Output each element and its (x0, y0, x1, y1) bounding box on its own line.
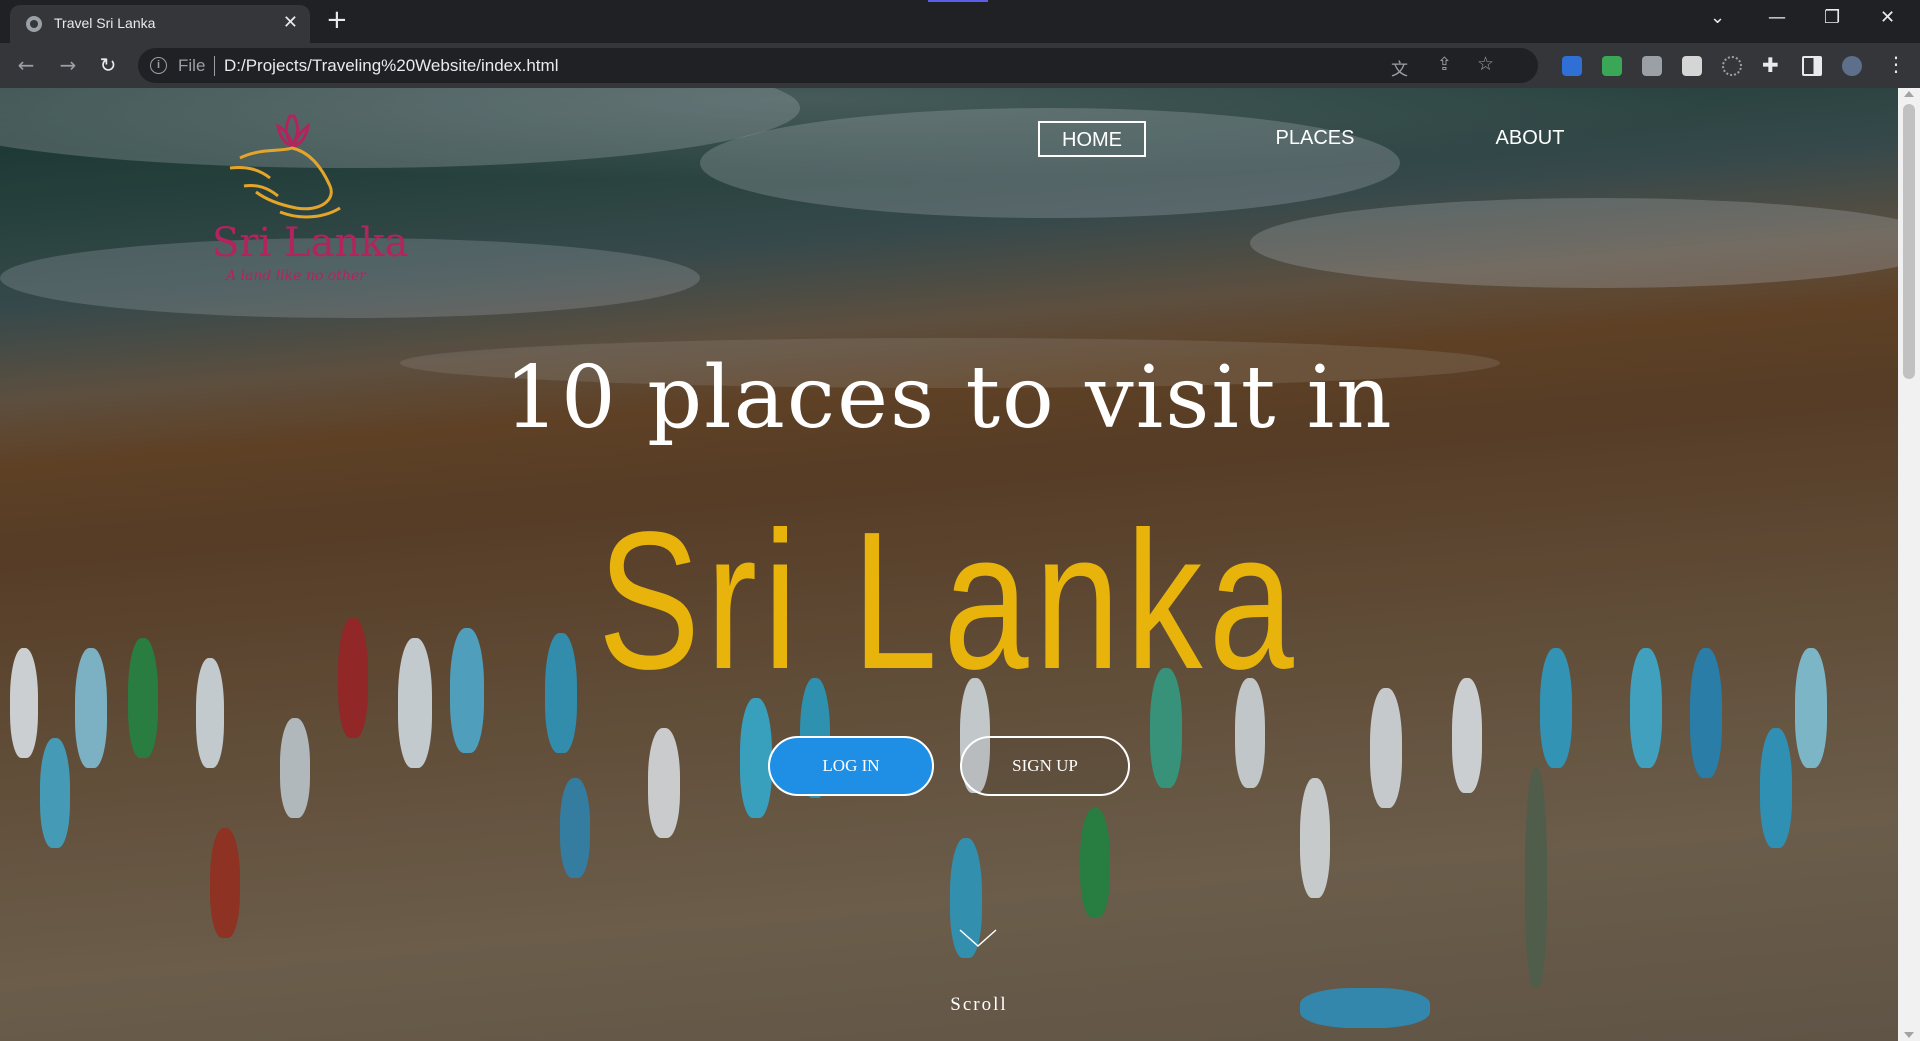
minimize-icon[interactable]: — (1768, 8, 1786, 28)
page-scrollbar[interactable] (1898, 88, 1920, 1041)
scroll-thumb[interactable] (1903, 104, 1915, 379)
lotus-hand-icon (229, 114, 341, 219)
reload-icon[interactable]: ↻ (94, 51, 122, 79)
hero-section: Sri Lanka A land like no other HOME PLAC… (0, 88, 1898, 1041)
scroll-label[interactable]: Scroll (0, 994, 1898, 1016)
nav-places[interactable]: PLACES (1260, 121, 1370, 157)
scroll-up-arrow-icon[interactable] (1904, 91, 1914, 97)
logo-tagline: A land like no other (226, 268, 366, 284)
hero-destination-name: Sri Lanka (597, 491, 1301, 710)
extension-icon[interactable] (1562, 56, 1582, 76)
reader-icon[interactable] (1642, 56, 1662, 76)
more-menu-icon[interactable]: ⋮ (1886, 52, 1906, 76)
site-logo[interactable]: Sri Lanka A land like no other (200, 108, 420, 298)
avatar[interactable] (1842, 56, 1862, 76)
hero-headline: 10 places to visit in (504, 348, 1394, 448)
back-icon[interactable]: ← (12, 51, 40, 79)
extension-icon[interactable] (1602, 56, 1622, 76)
extension-icon[interactable] (1722, 56, 1742, 76)
browser-window: Travel Sri Lanka ✕ + ⌄ — ❐ ✕ ← → ↻ i Fil… (0, 0, 1920, 1041)
new-tab-button[interactable]: + (326, 7, 348, 33)
browser-toolbar: ← → ↻ i File D:/Projects/Traveling%20Web… (0, 43, 1920, 88)
tab-strip: Travel Sri Lanka ✕ + ⌄ — ❐ ✕ (0, 0, 1920, 43)
url-separator (214, 56, 215, 76)
share-icon[interactable]: ⇪ (1437, 54, 1452, 75)
tab-travel-sri-lanka[interactable]: Travel Sri Lanka ✕ (10, 5, 310, 43)
tab-search-chevron-icon[interactable]: ⌄ (1710, 8, 1725, 28)
puzzle-icon[interactable]: ✚ (1762, 53, 1779, 77)
translate-icon[interactable]: ⽂ (1391, 55, 1408, 80)
window-close-icon[interactable]: ✕ (1880, 8, 1895, 28)
nav-home[interactable]: HOME (1038, 121, 1146, 157)
address-bar[interactable]: i File D:/Projects/Traveling%20Website/i… (138, 48, 1538, 83)
bookmark-star-icon[interactable]: ☆ (1477, 53, 1494, 75)
url-text[interactable]: D:/Projects/Traveling%20Website/index.ht… (224, 56, 558, 76)
login-button[interactable]: LOG IN (768, 736, 934, 796)
nav-about[interactable]: ABOUT (1480, 121, 1580, 157)
tab-search-indicator (928, 0, 988, 2)
logo-text: Sri Lanka (212, 220, 409, 266)
globe-icon (26, 16, 42, 32)
extension-icon[interactable] (1682, 56, 1702, 76)
url-scheme: File (178, 56, 206, 75)
scroll-chevron-icon[interactable] (958, 928, 998, 948)
tab-title: Travel Sri Lanka (54, 15, 156, 31)
scroll-down-arrow-icon[interactable] (1904, 1032, 1914, 1038)
close-icon[interactable]: ✕ (283, 13, 298, 33)
signup-button[interactable]: SIGN UP (960, 736, 1130, 796)
info-icon[interactable]: i (150, 57, 167, 74)
side-panel-icon[interactable] (1802, 56, 1822, 76)
forward-icon[interactable]: → (54, 51, 82, 79)
restore-icon[interactable]: ❐ (1824, 8, 1840, 28)
